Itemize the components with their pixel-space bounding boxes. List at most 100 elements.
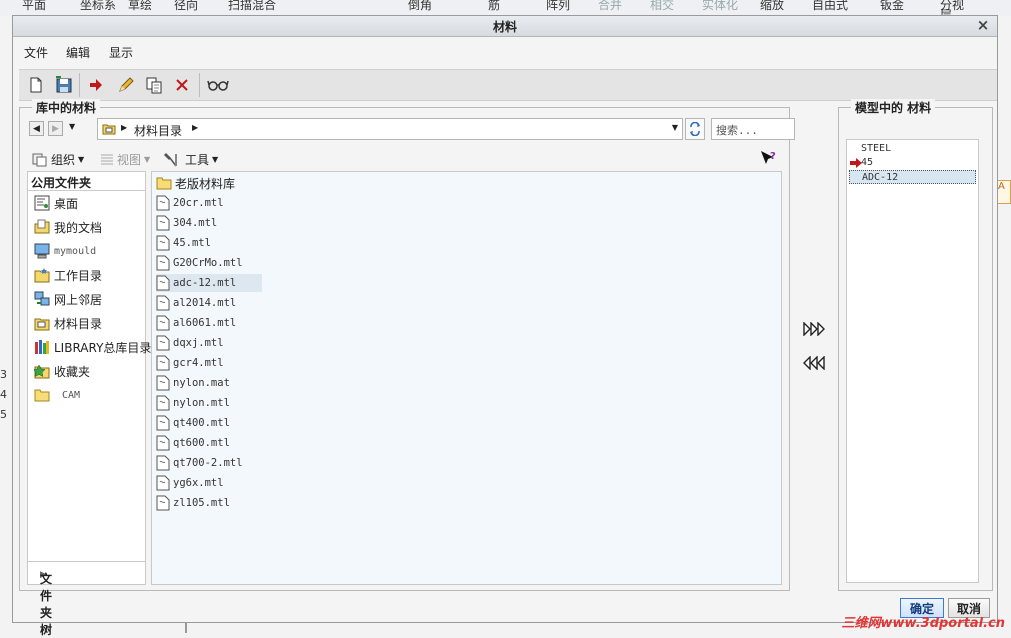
- list-item[interactable]: dqxj.mtl: [156, 334, 228, 352]
- red-arrow-icon: [90, 79, 102, 91]
- favorite-label: mymould: [54, 245, 97, 257]
- chevron-down-icon: ▼: [78, 155, 85, 164]
- svg-text:?: ?: [770, 151, 776, 162]
- file-icon: [156, 435, 170, 451]
- address-bar[interactable]: ▶ 材料目录 ▶ ▼: [97, 118, 683, 140]
- favorite-label: 材料目录: [54, 316, 103, 331]
- delete-button[interactable]: [171, 74, 193, 96]
- file-icon: [156, 215, 170, 231]
- list-item[interactable]: yg6x.mtl: [156, 474, 228, 492]
- new-document-button[interactable]: [25, 74, 47, 96]
- dialog-titlebar[interactable]: 材料 ×: [13, 16, 997, 37]
- address-dropdown[interactable]: ▼: [672, 123, 678, 132]
- view-menu[interactable]: 视图 ▼: [100, 151, 150, 168]
- breadcrumb-separator: ▶: [121, 123, 128, 132]
- save-icon: [56, 76, 72, 93]
- background-toolbar: 平面 坐标系 草绘 径向 扫描混合 倒角 筋 阵列 合并 相交 实体化 缩放 自…: [0, 0, 1011, 16]
- folder-location-icon: [102, 124, 116, 135]
- list-item[interactable]: nylon.mat: [156, 374, 234, 392]
- favorite-label: 工作目录: [54, 268, 103, 283]
- file-icon: [156, 475, 170, 491]
- favorite-favorites[interactable]: 收藏夹: [34, 362, 90, 380]
- list-item-folder[interactable]: 老版材料库: [156, 174, 239, 192]
- list-item[interactable]: zl105.mtl: [156, 494, 234, 512]
- list-item[interactable]: 304.mtl: [156, 214, 221, 232]
- favorite-network[interactable]: 网上邻居: [34, 290, 102, 308]
- menu-file[interactable]: 文件: [24, 44, 48, 61]
- breadcrumb-path[interactable]: 材料目录: [134, 122, 182, 139]
- tools-label: 工具: [185, 153, 210, 167]
- bg-item-freestyle: 自由式: [812, 0, 849, 12]
- arrow-left-icon: ◀: [33, 123, 40, 134]
- list-item[interactable]: 45.mtl: [156, 234, 215, 252]
- preview-button[interactable]: [205, 74, 231, 96]
- desktop-icon: [34, 195, 50, 211]
- copy-button[interactable]: [143, 74, 165, 96]
- list-item[interactable]: qt400.mtl: [156, 414, 234, 432]
- watermark: 三维网www.3dportal.cn: [841, 616, 1005, 631]
- menu-display[interactable]: 显示: [109, 44, 133, 61]
- help-button[interactable]: ?: [759, 149, 777, 167]
- back-button[interactable]: ◀: [29, 121, 44, 136]
- list-item[interactable]: 20cr.mtl: [156, 194, 228, 212]
- list-item[interactable]: gcr4.mtl: [156, 354, 228, 372]
- bg-item-scale: 缩放: [760, 0, 785, 12]
- list-item[interactable]: al6061.mtl: [156, 314, 240, 332]
- triple-arrow-left-icon: [803, 356, 825, 370]
- favorite-label: 网上邻居: [54, 292, 103, 307]
- file-icon: [156, 415, 170, 431]
- bg-item-sheetmetal: 钣金: [880, 0, 905, 12]
- favorite-mymould[interactable]: mymould: [34, 242, 96, 260]
- assign-button[interactable]: [85, 74, 107, 96]
- forward-button[interactable]: ▶: [48, 121, 63, 136]
- favorite-library[interactable]: LIBRARY总库目录: [34, 338, 151, 356]
- favorites-icon: [34, 364, 50, 379]
- bg-item-sketch: 草绘: [128, 0, 153, 12]
- file-icon: [156, 275, 170, 291]
- file-icon: [156, 335, 170, 351]
- favorite-label: LIBRARY总库目录: [54, 340, 152, 355]
- model-material-selected[interactable]: ADC-12: [849, 170, 976, 184]
- network-icon: [34, 291, 50, 306]
- folder-icon: [156, 177, 172, 190]
- bg-item-rib: 筋: [488, 0, 501, 12]
- add-to-model-button[interactable]: [801, 319, 827, 339]
- tools-menu[interactable]: 工具 ▼: [164, 151, 218, 168]
- favorite-working-directory[interactable]: 工作目录: [34, 266, 102, 284]
- copy-icon: [146, 77, 162, 94]
- glasses-icon: [207, 80, 229, 91]
- list-item[interactable]: qt600.mtl: [156, 434, 234, 452]
- model-material-current[interactable]: 45: [849, 156, 976, 170]
- list-item-selected[interactable]: adc-12.mtl: [156, 274, 262, 292]
- search-input[interactable]: 搜索...: [711, 118, 795, 140]
- remove-from-model-button[interactable]: [801, 353, 827, 373]
- favorite-my-documents[interactable]: 我的文档: [34, 218, 102, 236]
- model-material-item[interactable]: STEEL: [849, 142, 976, 156]
- list-item[interactable]: nylon.mtl: [156, 394, 234, 412]
- save-button[interactable]: [53, 74, 75, 96]
- favorite-desktop[interactable]: 桌面: [34, 194, 78, 212]
- close-button[interactable]: ×: [975, 17, 991, 33]
- bg-annotation-tab: A: [997, 180, 1011, 204]
- menu-edit[interactable]: 编辑: [66, 44, 90, 61]
- bg-item-chamfer: 倒角: [408, 0, 433, 12]
- help-pointer-icon: ?: [761, 151, 776, 164]
- bg-item-radial: 径向: [174, 0, 199, 12]
- file-name: qt700-2.mtl: [173, 457, 243, 469]
- edit-button[interactable]: [115, 74, 137, 96]
- favorite-cam[interactable]: CAM: [34, 386, 80, 404]
- folder-tree-toggle[interactable]: ▶ 文件夹树: [28, 561, 145, 637]
- bg-item-csys: 坐标系: [80, 0, 117, 12]
- refresh-button[interactable]: [685, 118, 705, 140]
- list-item[interactable]: G20CrMo.mtl: [156, 254, 247, 272]
- file-name: gcr4.mtl: [173, 357, 224, 369]
- history-dropdown[interactable]: ▼: [69, 122, 75, 131]
- list-item[interactable]: al2014.mtl: [156, 294, 240, 312]
- organize-menu[interactable]: 组织 ▼: [32, 151, 84, 168]
- library-icon: [35, 340, 49, 354]
- list-item[interactable]: qt700-2.mtl: [156, 454, 247, 472]
- favorite-material-directory[interactable]: 材料目录: [34, 314, 102, 332]
- file-name: al2014.mtl: [173, 297, 237, 309]
- file-icon: [156, 455, 170, 471]
- menu-bar: 文件 编辑 显示: [13, 37, 997, 65]
